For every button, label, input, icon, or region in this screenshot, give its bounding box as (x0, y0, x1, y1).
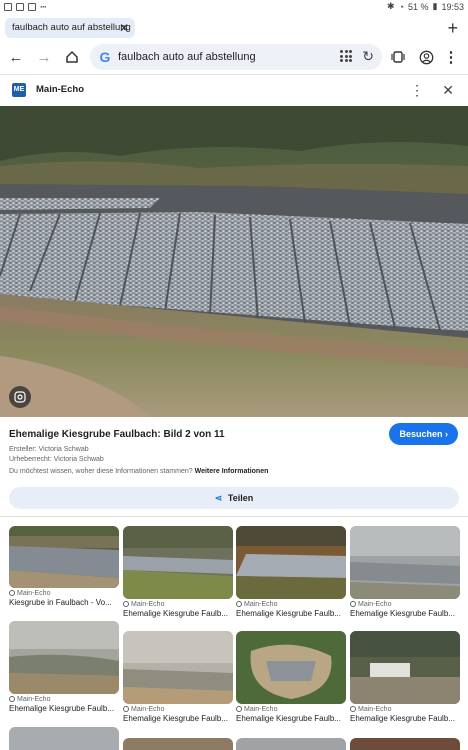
related-caption: Kiesgrube in Faulbach - Vo... (9, 598, 112, 607)
close-icon[interactable]: ✕ (442, 78, 454, 102)
browser-toolbar: ← → G faulbach auto auf abstellung ↻ ⋮ (0, 42, 468, 72)
visit-button[interactable]: Besuchen › (389, 423, 458, 445)
related-caption: Ehemalige Kiesgrube Faulb... (236, 714, 341, 723)
related-image-card[interactable]: Main-Echo Ehemalige Kiesgrube Faulb... (350, 526, 460, 618)
reload-icon[interactable]: ↻ (362, 48, 374, 65)
related-thumbnail (350, 631, 460, 704)
related-caption: Ehemalige Kiesgrube Faulb... (123, 714, 228, 723)
related-image-card[interactable]: Main-Echo Ehemalige Kiesgrube Faulb... (236, 631, 346, 723)
image-info-panel: Ehemalige Kiesgrube Faulbach: Bild 2 von… (0, 421, 468, 511)
related-thumbnail (123, 738, 233, 750)
related-image-card[interactable] (9, 727, 119, 750)
copyright-label: Urheberrecht: (9, 456, 52, 463)
related-source: Main-Echo (9, 696, 119, 703)
new-tab-icon[interactable]: + (447, 18, 458, 38)
related-thumbnail (9, 526, 119, 588)
tab-strip: faulbach auto auf abstellung ✕ + (0, 14, 468, 42)
apps-grid-icon[interactable] (340, 50, 352, 62)
related-image-card[interactable]: Main-Echo Ehemalige Kiesgrube Faulb... (236, 526, 346, 618)
related-thumbnail (123, 526, 233, 599)
related-thumbnail (123, 631, 233, 704)
wifi-icon: ◔ (398, 1, 404, 12)
address-bar[interactable]: G faulbach auto auf abstellung ↻ (90, 44, 382, 70)
related-thumbnail (236, 631, 346, 704)
notification-icon (4, 3, 12, 11)
copyright-holder: Victoria Schwab (53, 456, 104, 463)
parking-lot-photo (0, 106, 468, 417)
creator-line: Ersteller: Victoria Schwab (9, 446, 89, 453)
source-name[interactable]: Main-Echo (36, 78, 84, 102)
home-icon[interactable] (61, 46, 83, 68)
related-caption: Ehemalige Kiesgrube Faulb... (350, 714, 455, 723)
status-bar: ··· ✱ ◔ 51 % ▮ 19:53 (0, 0, 468, 14)
battery-text: 51 % (408, 1, 429, 12)
tab-switcher-icon[interactable] (387, 46, 409, 68)
related-thumbnail (350, 526, 460, 599)
related-caption: Ehemalige Kiesgrube Faulb... (9, 704, 114, 713)
bluetooth-icon: ✱ (387, 1, 395, 11)
related-image-card[interactable] (236, 738, 346, 750)
share-button-label: Teilen (227, 493, 254, 503)
info-question-line: Du möchtest wissen, woher diese Informat… (9, 468, 268, 475)
main-image[interactable] (0, 106, 468, 417)
section-divider (0, 516, 468, 517)
creator-name: Victoria Schwab (38, 446, 89, 453)
status-system: ✱ ◔ 51 % ▮ 19:53 (387, 1, 464, 12)
related-image-card[interactable]: Main-Echo Ehemalige Kiesgrube Faulb... (9, 621, 119, 713)
related-image-card[interactable] (350, 738, 460, 750)
address-bar-text: faulbach auto auf abstellung (118, 51, 256, 63)
copyright-line: Urheberrecht: Victoria Schwab (9, 456, 104, 463)
related-image-card[interactable]: Main-Echo Ehemalige Kiesgrube Faulb... (350, 631, 460, 723)
google-lens-icon[interactable] (9, 386, 31, 408)
related-source: Main-Echo (236, 706, 346, 713)
related-source: Main-Echo (236, 601, 346, 608)
browser-tab[interactable]: faulbach auto auf abstellung ✕ (5, 18, 135, 38)
clock: 19:53 (441, 1, 464, 12)
related-source: Main-Echo (123, 706, 233, 713)
menu-more-icon[interactable]: ⋮ (440, 46, 462, 68)
gallery-icon (16, 3, 24, 11)
related-thumbnail (236, 738, 346, 750)
related-source: Main-Echo (9, 590, 119, 597)
google-logo-icon: G (99, 49, 111, 65)
more-options-icon[interactable]: ⋮ (410, 78, 424, 102)
source-logo: ME (12, 83, 26, 97)
forward-arrow-icon[interactable]: → (33, 46, 55, 68)
related-caption: Ehemalige Kiesgrube Faulb... (350, 609, 455, 618)
related-source: Main-Echo (123, 601, 233, 608)
related-image-card[interactable]: Main-Echo Ehemalige Kiesgrube Faulb... (123, 631, 233, 723)
related-source: Main-Echo (350, 706, 460, 713)
related-image-card[interactable]: Main-Echo Ehemalige Kiesgrube Faulb... (123, 526, 233, 618)
tab-title: faulbach auto auf abstellung (12, 22, 131, 33)
image-title: Ehemalige Kiesgrube Faulbach: Bild 2 von… (9, 429, 225, 440)
more-info-link[interactable]: Weitere Informationen (195, 468, 269, 475)
chevron-right-icon: › (445, 429, 448, 439)
related-image-card[interactable] (123, 738, 233, 750)
back-arrow-icon[interactable]: ← (5, 46, 27, 68)
info-question: Du möchtest wissen, woher diese Informat… (9, 468, 193, 475)
battery-icon: ▮ (432, 1, 438, 11)
related-thumbnail (350, 738, 460, 750)
tab-close-icon[interactable]: ✕ (119, 18, 129, 38)
creator-label: Ersteller: (9, 446, 37, 453)
share-icon: ⋖ (214, 493, 223, 503)
visit-button-label: Besuchen (399, 429, 443, 439)
photo-icon (28, 3, 36, 11)
related-thumbnail (9, 727, 119, 750)
toolbar-divider (0, 74, 468, 75)
image-source-header: ME Main-Echo ⋮ ✕ (0, 78, 468, 102)
related-caption: Ehemalige Kiesgrube Faulb... (123, 609, 228, 618)
related-thumbnail (236, 526, 346, 599)
related-thumbnail (9, 621, 119, 694)
status-notifications: ··· (4, 2, 47, 12)
related-caption: Ehemalige Kiesgrube Faulb... (236, 609, 341, 618)
share-button[interactable]: ⋖ Teilen (9, 487, 459, 509)
related-source: Main-Echo (350, 601, 460, 608)
more-notifications-icon: ··· (40, 2, 47, 12)
account-icon[interactable] (415, 46, 437, 68)
related-image-card[interactable]: Main-Echo Kiesgrube in Faulbach - Vo... (9, 526, 119, 607)
